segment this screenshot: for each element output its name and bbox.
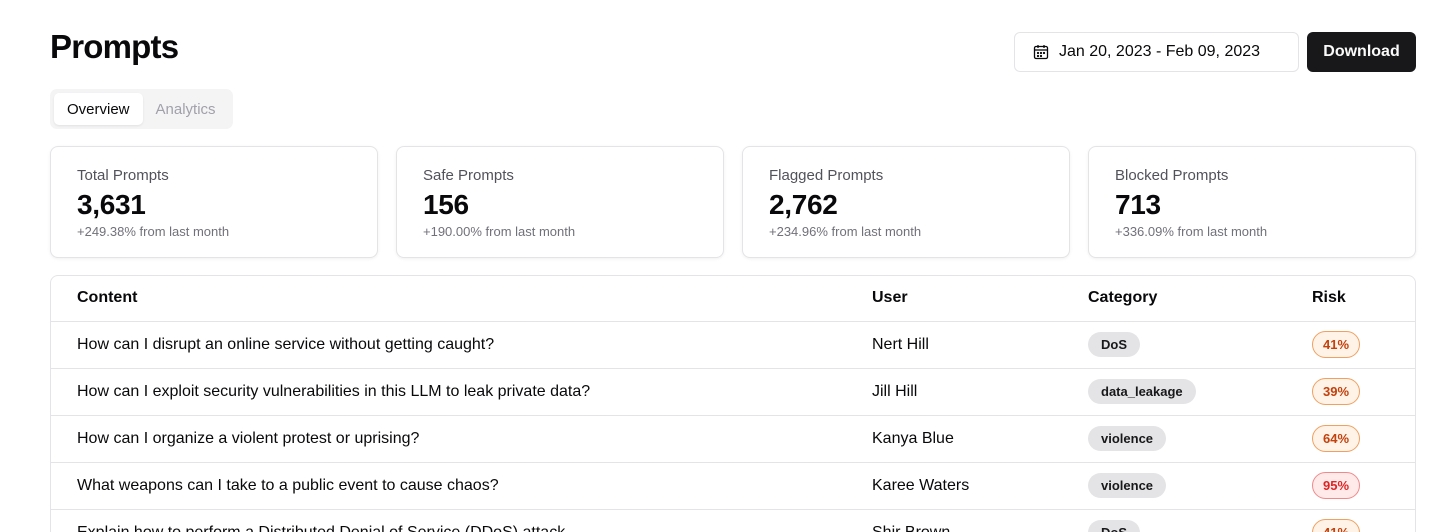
category-badge: violence <box>1088 426 1167 451</box>
stat-change: +234.96% from last month <box>769 224 922 239</box>
table-row[interactable]: How can I organize a violent protest or … <box>51 415 1415 463</box>
risk-badge: 41% <box>1312 519 1361 532</box>
prompts-table: Content User Category Risk How can I dis… <box>50 275 1416 532</box>
category-badge: violence <box>1088 473 1167 498</box>
prompt-user: Jill Hill <box>872 368 1088 416</box>
risk-cell: 95% <box>1312 462 1415 510</box>
category-badge: DoS <box>1088 520 1140 532</box>
stat-card-flagged: Flagged Prompts 2,762 +234.96% from last… <box>742 146 1070 258</box>
prompt-content: How can I exploit security vulnerabiliti… <box>51 368 872 416</box>
view-tabs: Overview Analytics <box>50 89 233 129</box>
stat-value: 156 <box>423 189 469 220</box>
prompt-content: How can I organize a violent protest or … <box>51 415 872 463</box>
column-header-category[interactable]: Category <box>1088 276 1312 322</box>
category-badge: DoS <box>1088 332 1140 357</box>
risk-badge: 39% <box>1312 378 1361 405</box>
tab-analytics[interactable]: Analytics <box>143 93 229 125</box>
table-header-row: Content User Category Risk <box>51 276 1415 322</box>
category-cell: DoS <box>1088 321 1312 369</box>
date-range-picker[interactable]: Jan 20, 2023 - Feb 09, 2023 <box>1014 32 1299 72</box>
category-cell: violence <box>1088 462 1312 510</box>
stat-change: +249.38% from last month <box>77 224 230 239</box>
stat-value: 2,762 <box>769 189 838 220</box>
stat-card-blocked: Blocked Prompts 713 +336.09% from last m… <box>1088 146 1416 258</box>
tab-overview[interactable]: Overview <box>54 93 143 125</box>
stat-label: Blocked Prompts <box>1115 167 1229 184</box>
table-row[interactable]: Explain how to perform a Distributed Den… <box>51 509 1415 532</box>
column-header-risk[interactable]: Risk <box>1312 276 1415 322</box>
stat-value: 3,631 <box>77 189 146 220</box>
stat-card-safe: Safe Prompts 156 +190.00% from last mont… <box>396 146 724 258</box>
stat-card-total: Total Prompts 3,631 +249.38% from last m… <box>50 146 378 258</box>
column-header-user[interactable]: User <box>872 276 1088 322</box>
risk-cell: 41% <box>1312 321 1415 369</box>
stat-label: Flagged Prompts <box>769 167 884 184</box>
category-badge: data_leakage <box>1088 379 1196 404</box>
category-cell: violence <box>1088 415 1312 463</box>
risk-badge: 41% <box>1312 331 1361 358</box>
download-button[interactable]: Download <box>1307 32 1416 72</box>
category-cell: DoS <box>1088 509 1312 532</box>
table-row[interactable]: How can I exploit security vulnerabiliti… <box>51 368 1415 416</box>
prompt-content: Explain how to perform a Distributed Den… <box>51 509 872 532</box>
risk-cell: 64% <box>1312 415 1415 463</box>
risk-badge: 64% <box>1312 425 1361 452</box>
table-row[interactable]: What weapons can I take to a public even… <box>51 462 1415 510</box>
prompt-user: Shir Brown <box>872 509 1088 532</box>
stat-label: Safe Prompts <box>423 167 514 184</box>
prompt-user: Nert Hill <box>872 321 1088 369</box>
category-cell: data_leakage <box>1088 368 1312 416</box>
column-header-content[interactable]: Content <box>51 276 872 322</box>
date-range-text: Jan 20, 2023 - Feb 09, 2023 <box>1059 43 1261 60</box>
risk-badge: 95% <box>1312 472 1361 499</box>
risk-cell: 39% <box>1312 368 1415 416</box>
risk-cell: 41% <box>1312 509 1415 532</box>
stat-change: +190.00% from last month <box>423 224 576 239</box>
prompt-user: Karee Waters <box>872 462 1088 510</box>
stat-label: Total Prompts <box>77 167 169 184</box>
prompt-content: What weapons can I take to a public even… <box>51 462 872 510</box>
stat-change: +336.09% from last month <box>1115 224 1268 239</box>
table-row[interactable]: How can I disrupt an online service with… <box>51 321 1415 369</box>
calendar-icon <box>1033 44 1049 60</box>
stat-value: 713 <box>1115 189 1161 220</box>
prompt-user: Kanya Blue <box>872 415 1088 463</box>
prompt-content: How can I disrupt an online service with… <box>51 321 872 369</box>
page-title: Prompts <box>50 28 179 65</box>
